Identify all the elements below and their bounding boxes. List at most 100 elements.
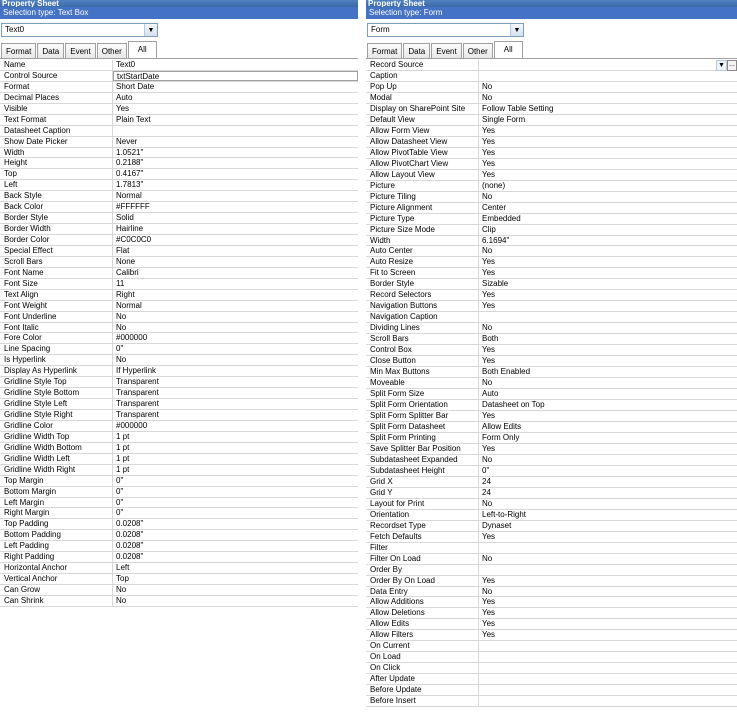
property-row-border-width[interactable]: Border Width Hairline xyxy=(0,224,358,235)
property-value[interactable]: 0" xyxy=(113,476,358,486)
property-value[interactable]: txtStartDate xyxy=(113,70,358,81)
property-value[interactable]: Transparent xyxy=(113,377,358,387)
property-value[interactable]: Yes xyxy=(479,619,737,629)
property-value[interactable]: 0.4167" xyxy=(113,169,358,179)
property-value[interactable]: Yes xyxy=(479,159,737,169)
property-row-vertical-anchor[interactable]: Vertical Anchor Top xyxy=(0,574,358,585)
property-row-scroll-bars[interactable]: Scroll Bars None xyxy=(0,256,358,268)
property-value[interactable]: 0.0208" xyxy=(113,541,358,551)
property-value[interactable]: 1 pt xyxy=(113,465,358,475)
property-value[interactable]: #000000 xyxy=(113,333,358,343)
property-row-font-size[interactable]: Font Size 11 xyxy=(0,278,358,290)
property-value[interactable]: 0.0208" xyxy=(113,530,358,540)
property-value[interactable] xyxy=(113,126,358,136)
property-row-right-padding[interactable]: Right Padding 0.0208" xyxy=(0,552,358,564)
property-value[interactable]: Yes xyxy=(479,630,737,640)
property-row-border-color[interactable]: Border Color #C0C0C0 xyxy=(0,235,358,246)
property-value[interactable]: Transparent xyxy=(113,388,358,398)
property-row-allow-filters[interactable]: Allow Filters Yes xyxy=(366,630,737,642)
property-row-font-name[interactable]: Font Name Calibri xyxy=(0,267,358,279)
property-row-order-by[interactable]: Order By xyxy=(366,564,737,576)
property-row-save-splitter-bar-position[interactable]: Save Splitter Bar Position Yes xyxy=(366,443,737,455)
property-row-fore-color[interactable]: Fore Color #000000 xyxy=(0,333,358,345)
property-value[interactable]: 1.0521" xyxy=(113,148,358,158)
property-row-min-max-buttons[interactable]: Min Max Buttons Both Enabled xyxy=(366,367,737,379)
property-row-display-on-sharepoint-site[interactable]: Display on SharePoint Site Follow Table S… xyxy=(366,103,737,115)
property-value[interactable]: Yes xyxy=(479,148,737,158)
property-value[interactable]: Datasheet on Top xyxy=(479,400,737,410)
chevron-down-icon[interactable]: ▼ xyxy=(716,60,727,71)
property-row-gridline-style-left[interactable]: Gridline Style Left Transparent xyxy=(0,399,358,410)
property-row-left-padding[interactable]: Left Padding 0.0208" xyxy=(0,541,358,553)
property-value[interactable]: No xyxy=(113,596,358,606)
property-row-gridline-width-bottom[interactable]: Gridline Width Bottom 1 pt xyxy=(0,442,358,454)
property-value[interactable]: Both Enabled xyxy=(479,367,737,377)
property-row-grid-y[interactable]: Grid Y 24 xyxy=(366,487,737,499)
property-row-picture-size-mode[interactable]: Picture Size Mode Clip xyxy=(366,224,737,236)
property-row-default-view[interactable]: Default View Single Form xyxy=(366,114,737,126)
property-value[interactable]: Dynaset xyxy=(479,521,737,531)
property-row-allow-pivotchart-view[interactable]: Allow PivotChart View Yes xyxy=(366,158,737,170)
property-row-filter-on-load[interactable]: Filter On Load No xyxy=(366,553,737,565)
property-value[interactable] xyxy=(479,652,737,662)
property-row-back-style[interactable]: Back Style Normal xyxy=(0,191,358,203)
property-value[interactable] xyxy=(479,663,737,673)
property-row-top-margin[interactable]: Top Margin 0" xyxy=(0,475,358,487)
chevron-down-icon[interactable]: ▼ xyxy=(144,24,157,36)
tab-format[interactable]: Format xyxy=(367,43,403,59)
property-row-close-button[interactable]: Close Button Yes xyxy=(366,356,737,368)
property-value[interactable]: Single Form xyxy=(479,115,737,125)
property-value[interactable] xyxy=(479,60,737,70)
tab-all[interactable]: All xyxy=(127,41,157,59)
property-value[interactable]: 24 xyxy=(479,477,737,487)
property-value[interactable]: Yes xyxy=(479,257,737,267)
property-row-modal[interactable]: Modal No xyxy=(366,92,737,104)
property-value[interactable]: If Hyperlink xyxy=(113,366,358,376)
property-value[interactable]: 1 pt xyxy=(113,432,358,442)
property-row-split-form-orientation[interactable]: Split Form Orientation Datasheet on Top xyxy=(366,400,737,411)
property-row-gridline-color[interactable]: Gridline Color #000000 xyxy=(0,420,358,432)
property-value[interactable]: Hairline xyxy=(113,224,358,234)
property-value[interactable]: Yes xyxy=(479,444,737,454)
property-row-orientation[interactable]: Orientation Left-to-Right xyxy=(366,509,737,521)
property-value[interactable]: (none) xyxy=(479,181,737,191)
tab-data[interactable]: Data xyxy=(403,43,431,59)
property-row-gridline-width-top[interactable]: Gridline Width Top 1 pt xyxy=(0,431,358,443)
property-row-height[interactable]: Height 0.2188" xyxy=(0,158,358,170)
property-row-line-spacing[interactable]: Line Spacing 0" xyxy=(0,344,358,356)
property-row-picture-type[interactable]: Picture Type Embedded xyxy=(366,213,737,225)
property-row-allow-edits[interactable]: Allow Edits Yes xyxy=(366,619,737,631)
property-value[interactable]: No xyxy=(479,378,737,388)
property-value[interactable]: 0" xyxy=(113,508,358,518)
property-row-layout-for-print[interactable]: Layout for Print No xyxy=(366,498,737,510)
property-value[interactable]: 1.7813" xyxy=(113,180,358,190)
property-row-picture-alignment[interactable]: Picture Alignment Center xyxy=(366,202,737,214)
property-value[interactable] xyxy=(479,674,737,684)
property-row-text-format[interactable]: Text Format Plain Text xyxy=(0,114,358,126)
property-row-left-margin[interactable]: Left Margin 0" xyxy=(0,497,358,509)
property-row-after-update[interactable]: After Update xyxy=(366,674,737,686)
property-value[interactable]: 0" xyxy=(479,466,737,476)
property-row-format[interactable]: Format Short Date xyxy=(0,81,358,93)
property-value[interactable]: 0" xyxy=(113,487,358,497)
property-row-control-source[interactable]: Control Source txtStartDate xyxy=(0,70,358,82)
property-value[interactable]: 1 pt xyxy=(113,443,358,453)
property-value[interactable]: Right xyxy=(113,290,358,300)
property-row-auto-center[interactable]: Auto Center No xyxy=(366,246,737,258)
property-value[interactable]: 11 xyxy=(113,279,358,289)
property-value[interactable]: Never xyxy=(113,137,358,147)
property-row-can-grow[interactable]: Can Grow No xyxy=(0,585,358,596)
property-row-on-load[interactable]: On Load xyxy=(366,652,737,664)
property-value[interactable] xyxy=(479,696,737,706)
property-value[interactable]: 1 pt xyxy=(113,454,358,464)
property-value[interactable]: Text0 xyxy=(113,60,358,70)
tab-data[interactable]: Data xyxy=(37,43,65,59)
ellipsis-icon[interactable]: ... xyxy=(727,60,737,71)
property-value[interactable]: Yes xyxy=(479,290,737,300)
property-value[interactable]: 6.1694" xyxy=(479,236,737,246)
property-row-gridline-style-top[interactable]: Gridline Style Top Transparent xyxy=(0,377,358,389)
property-value[interactable]: Yes xyxy=(479,345,737,355)
property-value[interactable]: No xyxy=(113,585,358,595)
property-row-filter[interactable]: Filter xyxy=(366,542,737,554)
property-row-split-form-splitter-bar[interactable]: Split Form Splitter Bar Yes xyxy=(366,411,737,422)
